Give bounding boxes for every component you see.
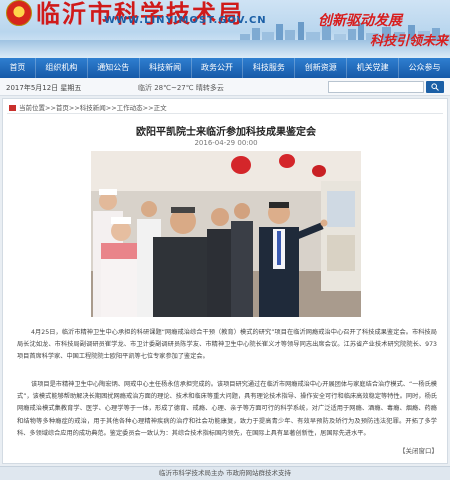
article-title: 欧阳平凯院士来临沂参加科技成果鉴定会 xyxy=(136,127,316,138)
slogan-line-2: 科技引领未来 xyxy=(370,34,449,49)
nav-item-organization[interactable]: 组织机构 xyxy=(36,58,88,78)
article-paragraph-1: 4月25日，临沂市精神卫生中心承担的科研课题“网瘾戒治综合干预（教育）模式的研究… xyxy=(17,329,437,361)
info-bar: 2017年5月12日 星期五 临沂 28℃~27℃ 晴转多云 xyxy=(0,78,450,96)
nav-item-party-building[interactable]: 机关党建 xyxy=(347,58,400,78)
main-nav: 首页 组织机构 通知公告 科技新闻 政务公开 科技服务 创新资源 机关党建 公众… xyxy=(0,58,450,78)
nav-item-tech-news[interactable]: 科技新闻 xyxy=(140,58,192,78)
search-button[interactable] xyxy=(426,81,444,93)
article-paragraph-2: 该项目是市精神卫生中心陶宏炳、网戒中心主任杨永信承担完成的。该项目研究通过在临沂… xyxy=(17,381,437,437)
slogan-line-1: 创新驱动发展 xyxy=(318,13,402,29)
nav-item-innovation-resources[interactable]: 创新资源 xyxy=(295,58,348,78)
close-window-link[interactable]: 【关闭窗口】 xyxy=(399,445,438,455)
article-date: 2016-04-29 00:00 xyxy=(194,139,258,147)
breadcrumb-text[interactable]: 当前位置>>首页>>科技新闻>>工作动态>>正文 xyxy=(19,104,167,112)
location-icon xyxy=(9,105,16,111)
search-input[interactable] xyxy=(328,81,424,93)
site-banner: 临沂市科学技术局 WWW.LINYIMOST.GOV.CN 创新驱动发展 科技引… xyxy=(0,0,450,58)
article-photo xyxy=(91,151,361,317)
nav-item-public-participation[interactable]: 公众参与 xyxy=(399,58,450,78)
nav-item-notices[interactable]: 通知公告 xyxy=(88,58,140,78)
site-footer: 临沂市科学技术局主办 市政府网站群技术支持 xyxy=(0,466,450,480)
divider xyxy=(7,113,443,114)
current-date: 2017年5月12日 星期五 xyxy=(6,84,82,92)
nav-item-tech-services[interactable]: 科技服务 xyxy=(243,58,296,78)
site-url: WWW.LINYIMOST.GOV.CN xyxy=(104,15,267,26)
article-panel: 当前位置>>首页>>科技新闻>>工作动态>>正文 欧阳平凯院士来临沂参加科技成果… xyxy=(2,98,448,464)
nav-item-home[interactable]: 首页 xyxy=(0,58,36,78)
breadcrumb: 当前位置>>首页>>科技新闻>>工作动态>>正文 xyxy=(9,102,167,112)
weather-info: 临沂 28℃~27℃ 晴转多云 xyxy=(138,84,224,92)
search-icon xyxy=(431,83,439,91)
national-emblem-icon xyxy=(6,0,32,26)
nav-item-government-affairs[interactable]: 政务公开 xyxy=(192,58,244,78)
